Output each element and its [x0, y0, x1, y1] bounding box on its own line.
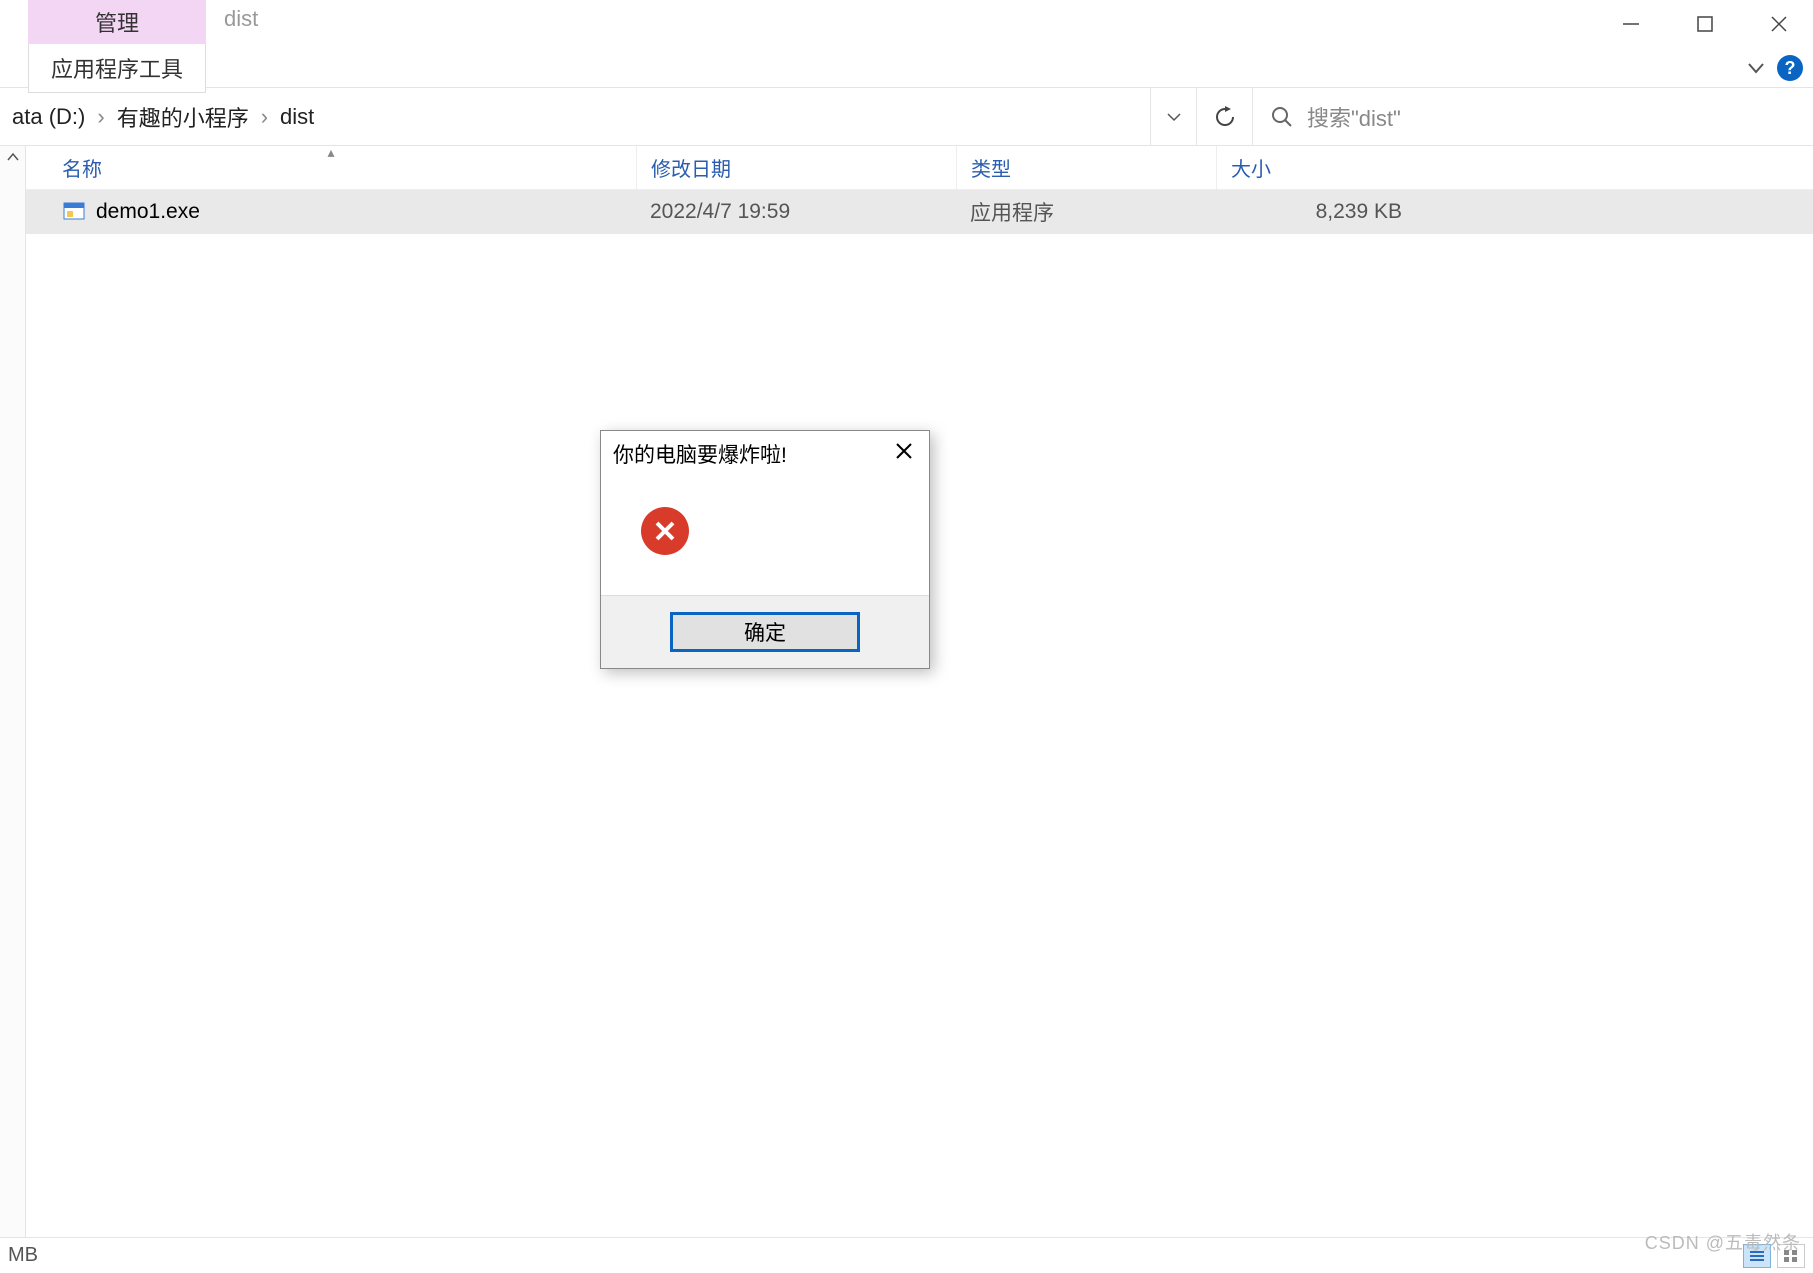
breadcrumb[interactable]: ata (D:) › 有趣的小程序 › dist	[0, 88, 1197, 145]
window-controls	[1615, 8, 1795, 40]
column-date[interactable]: 修改日期	[636, 146, 956, 189]
column-headers: ▴ 名称 修改日期 类型 大小	[26, 146, 1813, 190]
watermark: CSDN @五毒然条	[1645, 1229, 1801, 1255]
file-type: 应用程序	[956, 197, 1216, 227]
file-list: ▴ 名称 修改日期 类型 大小 demo1.exe 2022/4/7 19:59…	[26, 146, 1813, 1237]
dialog-footer: 确定	[601, 595, 929, 668]
maximize-icon	[1696, 15, 1714, 33]
column-name-label: 名称	[62, 153, 102, 182]
close-icon	[1769, 14, 1789, 34]
dialog-body	[601, 477, 929, 595]
crumb-drive[interactable]: ata (D:)	[4, 104, 93, 130]
nav-pane-collapsed[interactable]	[0, 146, 26, 1237]
file-row[interactable]: demo1.exe 2022/4/7 19:59 应用程序 8,239 KB	[26, 190, 1813, 234]
status-left: MB	[8, 1244, 38, 1267]
close-icon	[894, 441, 914, 461]
error-icon	[641, 507, 689, 555]
file-name-cell: demo1.exe	[26, 200, 636, 224]
search-icon	[1271, 106, 1293, 128]
column-type[interactable]: 类型	[956, 146, 1216, 189]
chevron-down-icon[interactable]	[1745, 57, 1767, 79]
ok-button[interactable]: 确定	[670, 612, 860, 652]
refresh-button[interactable]	[1197, 88, 1253, 145]
close-button[interactable]	[1763, 8, 1795, 40]
minimize-button[interactable]	[1615, 8, 1647, 40]
minimize-icon	[1621, 14, 1641, 34]
file-date: 2022/4/7 19:59	[636, 200, 956, 224]
crumb-folder2[interactable]: dist	[272, 104, 322, 130]
dialog-title: 你的电脑要爆炸啦!	[613, 439, 787, 469]
column-name[interactable]: ▴ 名称	[26, 146, 636, 189]
ribbon-tabs: 管理 应用程序工具	[28, 0, 206, 93]
exe-file-icon	[62, 200, 86, 224]
dialog-close-button[interactable]	[889, 441, 919, 467]
search-placeholder: 搜索"dist"	[1307, 101, 1401, 133]
file-size: 8,239 KB	[1216, 200, 1416, 224]
chevron-down-icon	[1166, 109, 1182, 125]
chevron-right-icon: ›	[93, 104, 108, 130]
crumb-folder1[interactable]: 有趣的小程序	[109, 101, 257, 133]
dialog-titlebar[interactable]: 你的电脑要爆炸啦!	[601, 431, 929, 477]
file-name: demo1.exe	[96, 200, 200, 224]
chevron-right-icon: ›	[257, 104, 272, 130]
message-dialog: 你的电脑要爆炸啦! 确定	[600, 430, 930, 669]
breadcrumb-dropdown[interactable]	[1150, 88, 1196, 145]
search-input[interactable]: 搜索"dist"	[1253, 88, 1813, 145]
sort-indicator-icon: ▴	[327, 144, 334, 161]
ribbon-tab-apptools[interactable]: 应用程序工具	[28, 44, 206, 93]
navbar: ata (D:) › 有趣的小程序 › dist 搜索"dist"	[0, 88, 1813, 146]
statusbar: MB	[0, 1237, 1813, 1273]
refresh-icon	[1214, 106, 1236, 128]
window-title: dist	[224, 6, 258, 32]
column-size[interactable]: 大小	[1216, 146, 1416, 189]
ribbon-tab-manage[interactable]: 管理	[28, 0, 206, 44]
main-area: ▴ 名称 修改日期 类型 大小 demo1.exe 2022/4/7 19:59…	[0, 146, 1813, 1237]
titlebar: 管理 应用程序工具 dist ?	[0, 0, 1813, 88]
ribbon-right: ?	[1745, 55, 1803, 81]
help-button[interactable]: ?	[1777, 55, 1803, 81]
chevron-up-icon	[6, 150, 20, 164]
maximize-button[interactable]	[1689, 8, 1721, 40]
